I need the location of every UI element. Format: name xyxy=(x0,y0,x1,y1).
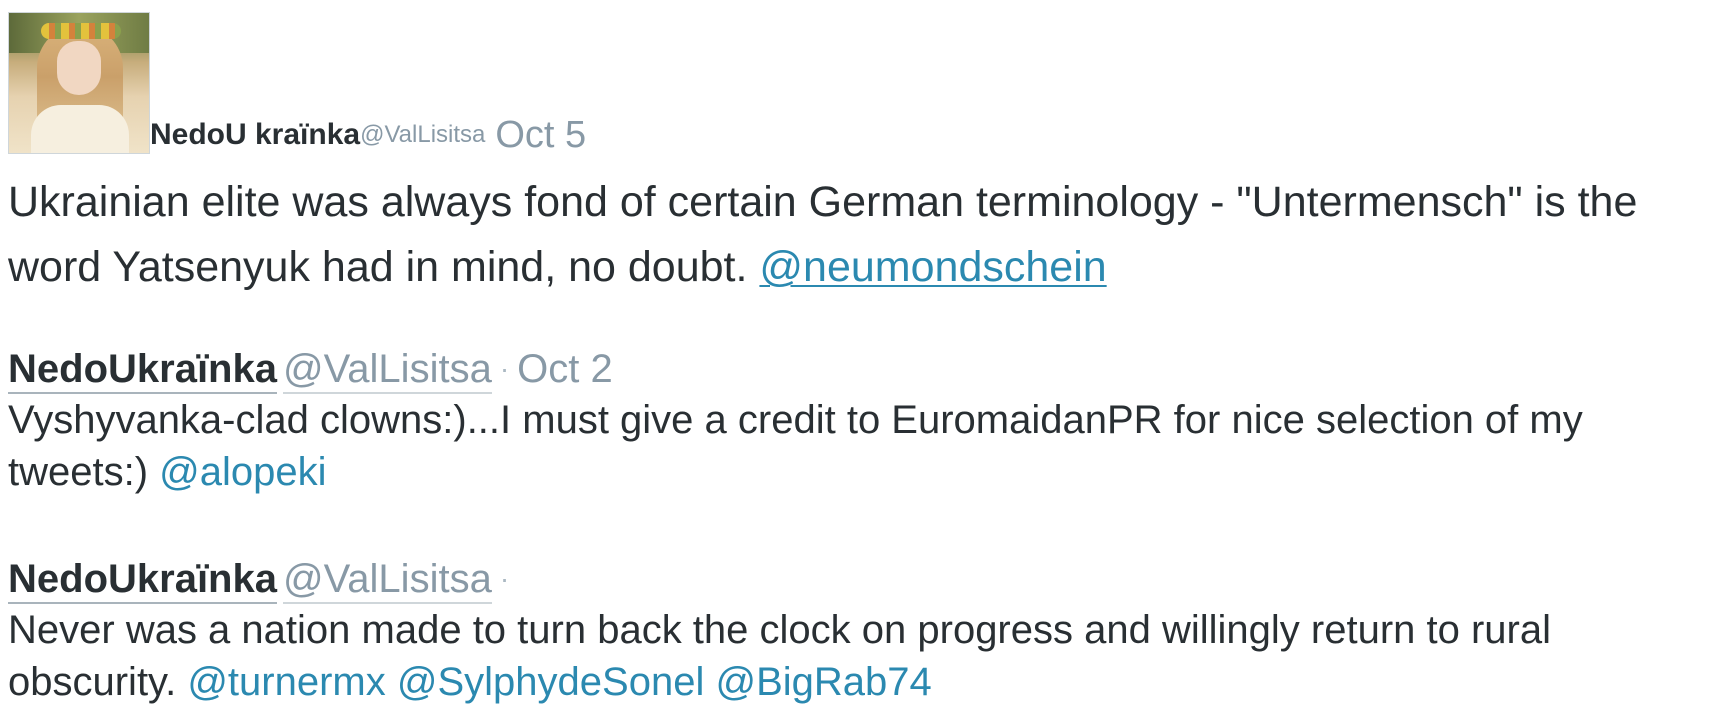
tweet-text: Never was a nation made to turn back the… xyxy=(8,604,1708,708)
author-handle[interactable]: @ValLisitsa xyxy=(282,347,492,394)
tweet-text: Ukrainian elite was always fond of certa… xyxy=(8,170,1708,300)
tweet: NedoU kraïnka @ValLisitsa Oct 5 Ukrainia… xyxy=(8,8,1708,300)
tweet-header: NedoUkraïnka @ValLisitsa · Oct 2 xyxy=(8,346,1708,394)
avatar-flower-wreath xyxy=(41,23,121,39)
tweet-header: NedoUkraïnka @ValLisitsa · xyxy=(8,556,1708,604)
mention-link[interactable]: @neumondschein xyxy=(759,243,1106,291)
mention-link[interactable]: @alopeki xyxy=(159,450,326,494)
avatar[interactable] xyxy=(8,12,150,154)
avatar-face xyxy=(57,41,101,95)
author-handle[interactable]: @ValLisitsa xyxy=(360,121,485,149)
mention-link[interactable]: @BigRab74 xyxy=(715,660,931,704)
avatar-dress xyxy=(31,105,129,153)
mention-link[interactable]: @SylphydeSonel xyxy=(397,660,704,704)
author-name[interactable]: NedoU kraïnka xyxy=(150,118,360,152)
author-handle[interactable]: @ValLisitsa xyxy=(282,557,492,604)
author-name[interactable]: NedoUkraïnka xyxy=(8,347,277,394)
separator-dot: · xyxy=(499,563,510,594)
mention-link[interactable]: @turnermx xyxy=(187,660,385,704)
tweet: NedoUkraïnka @ValLisitsa · Oct 2 Vyshyvanka… xyxy=(8,346,1708,498)
tweet: NedoUkraïnka @ValLisitsa · Never was a nat… xyxy=(8,556,1708,708)
tweet-date[interactable]: Oct 5 xyxy=(495,116,586,154)
author-name[interactable]: NedoUkraïnka xyxy=(8,557,277,604)
separator-dot: · xyxy=(499,353,510,384)
tweet-date[interactable]: Oct 2 xyxy=(517,347,613,391)
tweet-header: NedoU kraïnka @ValLisitsa Oct 5 xyxy=(8,8,1708,154)
tweet-text: Vyshyvanka-clad clowns:)...I must give a… xyxy=(8,394,1708,498)
